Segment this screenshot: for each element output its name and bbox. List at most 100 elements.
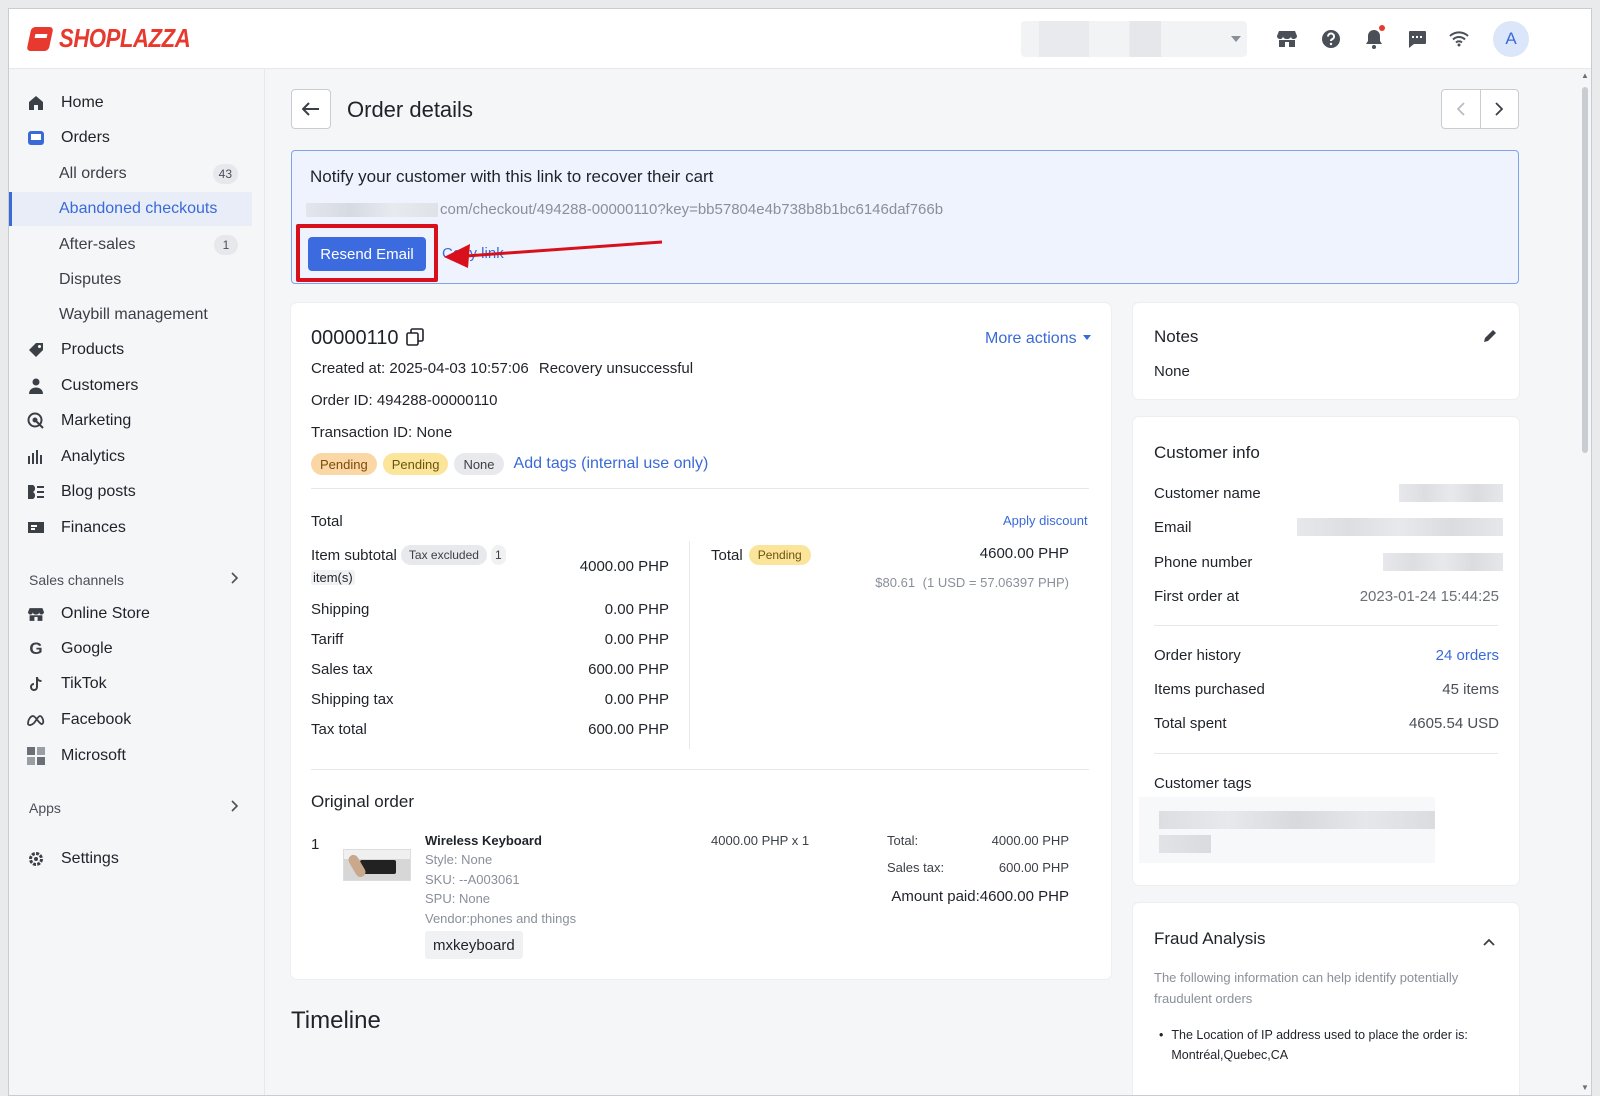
sidebar-item-facebook[interactable]: Facebook xyxy=(25,705,253,735)
status-badge: Pending xyxy=(748,545,811,565)
redacted-email[interactable] xyxy=(1297,518,1503,536)
add-tags-link[interactable]: Add tags (internal use only) xyxy=(514,455,709,473)
created-info: Created at: 2025-04-03 10:57:06 Recovery… xyxy=(311,360,693,377)
status-badge: Pending xyxy=(311,453,377,475)
product-style: Style: None xyxy=(425,852,493,867)
sidebar-item-label: Blog posts xyxy=(61,483,136,500)
sidebar-item-tiktok[interactable]: TikTok xyxy=(25,669,253,699)
sidebar-item-label: Waybill management xyxy=(59,306,208,323)
sidebar-item-label: Home xyxy=(61,94,104,111)
store-icon xyxy=(25,604,47,624)
divider xyxy=(1154,625,1498,626)
customer-info-title: Customer info xyxy=(1154,443,1260,462)
count-badge: 43 xyxy=(212,164,238,184)
line-item-price: 4000.00 PHP x 1 xyxy=(711,833,810,848)
sidebar-item-label: Disputes xyxy=(59,271,122,288)
order-history-link[interactable]: 24 orders xyxy=(1436,647,1499,664)
copy-icon[interactable] xyxy=(406,328,424,346)
help-icon[interactable] xyxy=(1319,27,1343,51)
customer-tags-area xyxy=(1139,797,1435,863)
previous-order-button[interactable] xyxy=(1442,90,1481,128)
amount-paid: Amount paid:4600.00 PHP xyxy=(891,888,1069,905)
tax-excluded-badge: Tax excluded xyxy=(400,545,487,565)
more-actions-label: More actions xyxy=(985,330,1077,347)
sidebar-item-waybill-management[interactable]: Waybill management xyxy=(9,298,252,332)
bullet-dot: • xyxy=(1159,1028,1164,1042)
customer-info-card: Customer info Customer name Email Phone … xyxy=(1133,417,1519,885)
items-count-badge: 1 xyxy=(490,545,506,565)
person-icon xyxy=(25,376,47,396)
sidebar-item-all-orders[interactable]: All orders 43 xyxy=(9,157,252,191)
shoplazza-logo[interactable]: SHOPLAZZA xyxy=(27,23,213,54)
back-button[interactable] xyxy=(291,89,331,129)
redacted-customer-name xyxy=(1399,484,1503,502)
product-name[interactable]: Wireless Keyboard xyxy=(425,833,542,848)
sidebar-item-google[interactable]: G Google xyxy=(25,634,253,664)
store-icon[interactable] xyxy=(1275,27,1299,51)
user-avatar[interactable]: A xyxy=(1493,21,1529,57)
sidebar-item-disputes[interactable]: Disputes xyxy=(9,263,252,297)
sidebar-item-online-store[interactable]: Online Store xyxy=(25,599,253,629)
apps-heading[interactable]: Apps xyxy=(29,800,61,816)
next-order-button[interactable] xyxy=(1481,90,1519,128)
wifi-icon[interactable] xyxy=(1447,27,1471,51)
sidebar-item-analytics[interactable]: Analytics xyxy=(25,442,253,472)
scrollbar-thumb[interactable] xyxy=(1582,87,1588,453)
blog-icon xyxy=(25,482,47,502)
sidebar-item-home[interactable]: Home xyxy=(25,88,253,118)
recover-cart-link[interactable]: com/checkout/494288-00000110?key=bb57804… xyxy=(306,201,943,218)
item-subtotal-label: Item subtotal xyxy=(311,546,397,564)
shipping-tax-value: 0.00 PHP xyxy=(604,691,669,708)
redacted-domain xyxy=(306,202,438,217)
sidebar-item-after-sales[interactable]: After-sales 1 xyxy=(9,228,252,262)
redacted-phone xyxy=(1383,553,1503,571)
store-selector[interactable] xyxy=(1021,21,1247,57)
sidebar-item-label: Analytics xyxy=(61,448,126,465)
sidebar-item-products[interactable]: Products xyxy=(25,335,253,365)
order-number: 00000110 xyxy=(311,327,424,350)
chevron-down-icon[interactable] xyxy=(1231,36,1241,42)
tariff-label: Tariff xyxy=(311,631,344,648)
chevron-right-icon[interactable] xyxy=(231,571,239,587)
checkout-url: com/checkout/494288-00000110?key=bb57804… xyxy=(440,201,944,218)
sidebar-item-microsoft[interactable]: Microsoft xyxy=(25,741,253,771)
sidebar-item-settings[interactable]: Settings xyxy=(25,844,253,874)
product-spu: SPU: None xyxy=(425,891,491,906)
chat-icon[interactable] xyxy=(1405,27,1429,51)
status-badge: Pending xyxy=(382,453,449,475)
order-number-text: 00000110 xyxy=(311,327,399,349)
sidebar-item-blog-posts[interactable]: Blog posts xyxy=(25,477,253,507)
sidebar-item-label: After-sales xyxy=(59,236,136,253)
original-order-heading: Original order xyxy=(311,792,414,811)
scroll-down-arrow-icon[interactable]: ▼ xyxy=(1581,1083,1589,1092)
annotation-arrow-icon xyxy=(444,240,663,268)
grand-total-value: 4600.00 PHP xyxy=(979,545,1069,562)
sidebar-item-marketing[interactable]: Marketing xyxy=(25,406,253,436)
page-scrollbar[interactable]: ▲ ▼ xyxy=(1578,69,1591,1095)
line-item-index: 1 xyxy=(311,836,320,853)
total-spent-value: 4605.54 USD xyxy=(1408,715,1499,732)
chevron-right-icon[interactable] xyxy=(231,799,239,815)
top-bar: SHOPLAZZA A xyxy=(9,9,1591,69)
sales-channels-heading[interactable]: Sales channels xyxy=(29,572,124,588)
pencil-icon[interactable] xyxy=(1483,329,1497,348)
chevron-up-icon[interactable] xyxy=(1483,933,1495,951)
sidebar-item-customers[interactable]: Customers xyxy=(25,371,253,401)
items-purchased-value: 45 items xyxy=(1442,681,1499,698)
divider xyxy=(311,488,1089,489)
created-value: 2025-04-03 10:57:06 xyxy=(389,360,529,377)
notification-dot xyxy=(1379,25,1385,31)
shipping-value: 0.00 PHP xyxy=(604,601,669,618)
sidebar-item-finances[interactable]: Finances xyxy=(25,513,253,543)
fraud-ip-label: The Location of IP address used to place… xyxy=(1171,1028,1468,1042)
sidebar-item-label: All orders xyxy=(59,165,127,182)
sidebar-item-orders[interactable]: Orders xyxy=(25,123,253,153)
product-thumbnail[interactable] xyxy=(343,849,411,881)
more-actions-button[interactable]: More actions xyxy=(985,330,1092,348)
scroll-up-arrow-icon[interactable]: ▲ xyxy=(1581,71,1589,80)
count-badge: 1 xyxy=(214,235,238,255)
apply-discount-link[interactable]: Apply discount xyxy=(1003,513,1088,528)
line-sales-tax-value: 600.00 PHP xyxy=(998,860,1069,875)
main-content: Order details Notify your customer with … xyxy=(265,69,1591,1095)
sidebar-item-abandoned-checkouts[interactable]: Abandoned checkouts xyxy=(9,192,252,226)
